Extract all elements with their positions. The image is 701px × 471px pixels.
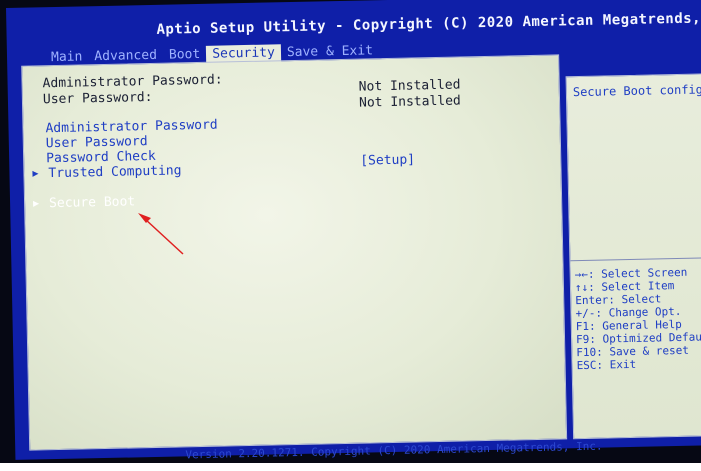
monitor-screen: Aptio Setup Utility - Copyright (C) 2020… bbox=[0, 0, 701, 463]
image-bottom-border bbox=[0, 463, 701, 471]
red-arrow-icon bbox=[138, 213, 184, 255]
